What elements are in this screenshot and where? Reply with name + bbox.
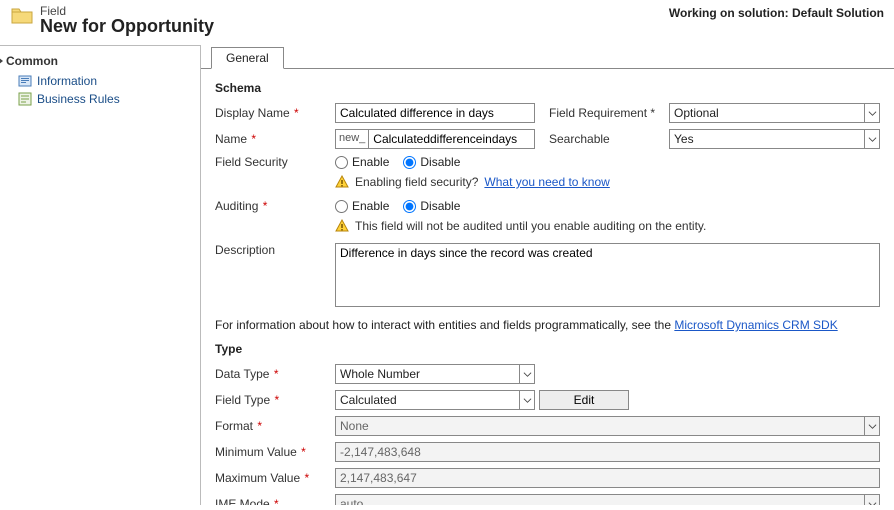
field-security-disable[interactable]: Disable xyxy=(403,155,460,169)
folder-icon xyxy=(10,6,34,26)
chevron-down-icon xyxy=(864,129,880,149)
tabstrip: General xyxy=(201,45,894,69)
auditing-enable[interactable]: Enable xyxy=(335,199,389,213)
format-label: Format * xyxy=(215,419,335,433)
field-requirement-select[interactable]: Optional xyxy=(669,103,880,123)
chevron-down-icon xyxy=(864,103,880,123)
sdk-link[interactable]: Microsoft Dynamics CRM SDK xyxy=(674,318,837,332)
security-note-link[interactable]: What you need to know xyxy=(484,175,609,189)
name-label: Name * xyxy=(215,132,335,146)
sidebar-item-label: Business Rules xyxy=(37,92,120,106)
content: General Schema Display Name * Field Requ… xyxy=(200,45,894,505)
max-value-input[interactable] xyxy=(335,468,880,488)
sidebar-item-information[interactable]: Information xyxy=(0,72,200,90)
chevron-down-icon xyxy=(519,364,535,384)
tab-general[interactable]: General xyxy=(211,47,284,69)
name-prefix: new_ xyxy=(335,129,368,149)
chevron-down-icon xyxy=(864,416,880,436)
display-name-input[interactable] xyxy=(335,103,535,123)
data-type-select[interactable]: Whole Number xyxy=(335,364,535,384)
name-input[interactable] xyxy=(368,129,535,149)
data-type-label: Data Type * xyxy=(215,367,335,381)
description-input[interactable] xyxy=(335,243,880,307)
field-requirement-label: Field Requirement * xyxy=(549,106,669,120)
description-label: Description xyxy=(215,243,335,257)
solution-context: Working on solution: Default Solution xyxy=(669,6,884,20)
header: Field New for Opportunity Working on sol… xyxy=(0,0,894,45)
warning-icon xyxy=(335,219,349,233)
header-text: Field New for Opportunity xyxy=(40,4,214,37)
sidebar: Common Information Business Rules xyxy=(0,45,200,505)
max-value-label: Maximum Value * xyxy=(215,471,335,485)
field-security-label: Field Security xyxy=(215,155,335,169)
section-schema: Schema xyxy=(215,81,880,95)
chevron-down-icon xyxy=(519,390,535,410)
auditing-group: Enable Disable xyxy=(335,199,460,213)
info-icon xyxy=(18,74,32,88)
auditing-disable[interactable]: Disable xyxy=(403,199,460,213)
searchable-select[interactable]: Yes xyxy=(669,129,880,149)
auditing-note: This field will not be audited until you… xyxy=(335,219,880,233)
min-value-input[interactable] xyxy=(335,442,880,462)
auditing-label: Auditing * xyxy=(215,199,335,213)
field-type-select[interactable]: Calculated xyxy=(335,390,535,410)
tab-pane: Schema Display Name * Field Requirement … xyxy=(201,69,894,505)
display-name-label: Display Name * xyxy=(215,106,335,120)
chevron-down-icon xyxy=(864,494,880,505)
min-value-label: Minimum Value * xyxy=(215,445,335,459)
page-title: New for Opportunity xyxy=(40,16,214,37)
field-security-enable[interactable]: Enable xyxy=(335,155,389,169)
rules-icon xyxy=(18,92,32,106)
ime-mode-label: IME Mode * xyxy=(215,497,335,505)
warning-icon xyxy=(335,175,349,189)
field-type-label: Field Type * xyxy=(215,393,335,407)
sdk-info: For information about how to interact wi… xyxy=(215,318,880,332)
sidebar-item-business-rules[interactable]: Business Rules xyxy=(0,90,200,108)
field-security-note: Enabling field security? What you need t… xyxy=(335,175,880,189)
sidebar-item-label: Information xyxy=(37,74,97,88)
section-type: Type xyxy=(215,342,880,356)
edit-button[interactable]: Edit xyxy=(539,390,629,410)
searchable-label: Searchable xyxy=(549,132,669,146)
ime-mode-select[interactable]: auto xyxy=(335,494,880,505)
format-select[interactable]: None xyxy=(335,416,880,436)
sidebar-section-common[interactable]: Common xyxy=(0,52,200,72)
field-security-group: Enable Disable xyxy=(335,155,460,169)
